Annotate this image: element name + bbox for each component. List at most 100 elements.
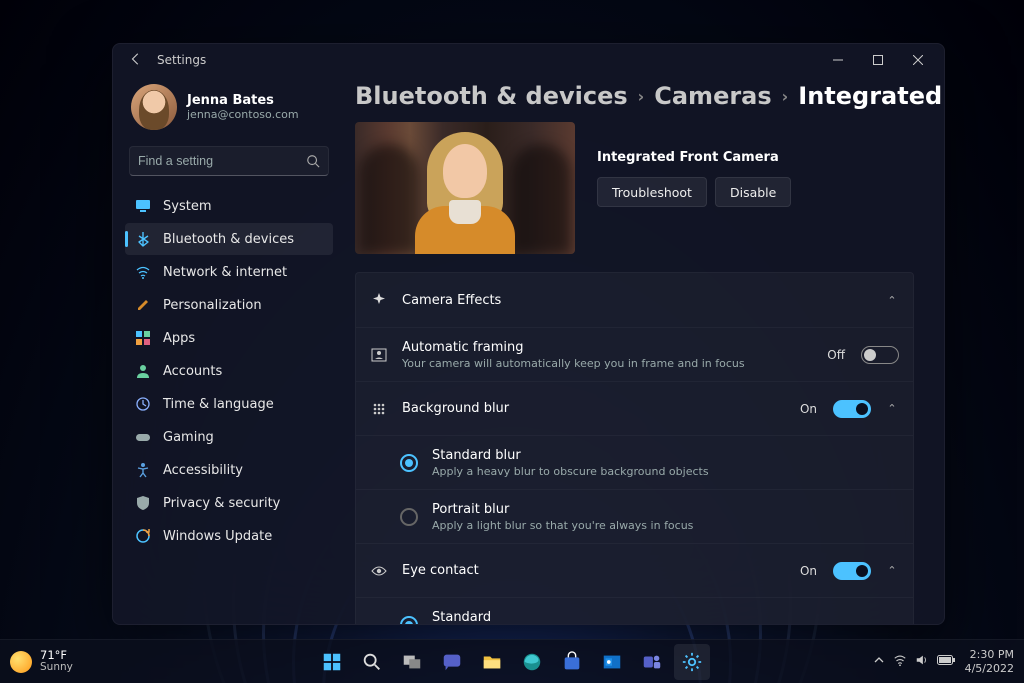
framing-icon <box>370 347 388 363</box>
search-box[interactable] <box>129 146 329 176</box>
sidebar-item-system[interactable]: System <box>125 190 333 222</box>
sidebar-item-label: Windows Update <box>163 529 272 544</box>
chevron-right-icon: › <box>782 87 789 106</box>
wifi-icon <box>135 264 151 280</box>
framing-toggle[interactable] <box>861 346 899 364</box>
back-button[interactable] <box>127 52 145 69</box>
titlebar: Settings <box>113 44 944 76</box>
automatic-framing-row[interactable]: Automatic framing Your camera will autom… <box>356 327 913 381</box>
sun-icon <box>10 651 32 673</box>
close-button[interactable] <box>898 46 938 74</box>
sidebar-item-label: Bluetooth & devices <box>163 232 294 247</box>
avatar <box>131 84 177 130</box>
maximize-button[interactable] <box>858 46 898 74</box>
nav-list: System Bluetooth & devices Network & int… <box>125 190 333 552</box>
minimize-button[interactable] <box>818 46 858 74</box>
eye-toggle[interactable] <box>833 562 871 580</box>
sidebar-item-bluetooth[interactable]: Bluetooth & devices <box>125 223 333 255</box>
clock[interactable]: 2:30 PM 4/5/2022 <box>965 648 1014 674</box>
sidebar-item-label: Privacy & security <box>163 496 280 511</box>
disable-button[interactable]: Disable <box>715 177 791 207</box>
monitor-icon <box>135 198 151 214</box>
system-tray: 2:30 PM 4/5/2022 <box>873 648 1014 674</box>
sidebar-item-label: Accounts <box>163 364 222 379</box>
search-input[interactable] <box>138 154 306 168</box>
breadcrumb: Bluetooth & devices › Cameras › Integrat… <box>355 82 914 110</box>
sidebar: Jenna Bates jenna@contoso.com System Blu… <box>113 76 345 624</box>
clock-date: 4/5/2022 <box>965 662 1014 675</box>
battery-tray-icon[interactable] <box>937 654 955 669</box>
sidebar-item-personalization[interactable]: Personalization <box>125 289 333 321</box>
person-icon <box>135 363 151 379</box>
store-button[interactable] <box>554 644 590 680</box>
breadcrumb-current: Integrated Front Camera <box>798 82 944 110</box>
sidebar-item-apps[interactable]: Apps <box>125 322 333 354</box>
explorer-button[interactable] <box>474 644 510 680</box>
breadcrumb-l0[interactable]: Bluetooth & devices <box>355 82 628 110</box>
sidebar-item-label: Network & internet <box>163 265 287 280</box>
sidebar-item-label: Personalization <box>163 298 262 313</box>
background-blur-row[interactable]: Background blur On ⌃ <box>356 381 913 435</box>
sidebar-item-update[interactable]: Windows Update <box>125 520 333 552</box>
teams-button[interactable] <box>634 644 670 680</box>
blur-toggle[interactable] <box>833 400 871 418</box>
start-button[interactable] <box>314 644 350 680</box>
weather-widget[interactable]: 71°F Sunny <box>10 649 73 673</box>
eye-option-standard[interactable]: Standard Make eye contact even when you'… <box>356 597 913 624</box>
sidebar-item-label: Gaming <box>163 430 214 445</box>
camera-effects-header[interactable]: Camera Effects ⌃ <box>356 273 913 327</box>
eye-state: On <box>800 564 817 578</box>
outlook-button[interactable] <box>594 644 630 680</box>
radio-selected[interactable] <box>400 616 418 625</box>
window-title: Settings <box>157 53 206 67</box>
blur-option-standard[interactable]: Standard blur Apply a heavy blur to obsc… <box>356 435 913 489</box>
sidebar-item-network[interactable]: Network & internet <box>125 256 333 288</box>
eye-contact-row[interactable]: Eye contact On ⌃ <box>356 543 913 597</box>
device-name: Integrated Front Camera <box>597 150 791 165</box>
globe-clock-icon <box>135 396 151 412</box>
taskview-button[interactable] <box>394 644 430 680</box>
accessibility-icon <box>135 462 151 478</box>
wifi-tray-icon[interactable] <box>893 653 907 670</box>
sidebar-item-accounts[interactable]: Accounts <box>125 355 333 387</box>
profile-block[interactable]: Jenna Bates jenna@contoso.com <box>125 80 333 140</box>
bluetooth-icon <box>135 231 151 247</box>
volume-tray-icon[interactable] <box>915 653 929 670</box>
clock-time: 2:30 PM <box>970 648 1014 661</box>
brush-icon <box>135 297 151 313</box>
edge-button[interactable] <box>514 644 550 680</box>
blur-option-portrait[interactable]: Portrait blur Apply a light blur so that… <box>356 489 913 543</box>
radio-unselected[interactable] <box>400 508 418 526</box>
blur-icon <box>370 401 388 417</box>
taskbar-center <box>314 644 710 680</box>
sidebar-item-time[interactable]: Time & language <box>125 388 333 420</box>
sidebar-item-label: Accessibility <box>163 463 243 478</box>
sidebar-item-label: System <box>163 199 211 214</box>
sparkle-icon <box>370 292 388 308</box>
radio-selected[interactable] <box>400 454 418 472</box>
device-info: Integrated Front Camera Troubleshoot Dis… <box>597 122 791 207</box>
sidebar-item-accessibility[interactable]: Accessibility <box>125 454 333 486</box>
chevron-up-icon: ⌃ <box>885 402 899 415</box>
framing-state: Off <box>827 348 845 362</box>
weather-cond: Sunny <box>40 662 73 674</box>
apps-icon <box>135 330 151 346</box>
settings-button[interactable] <box>674 644 710 680</box>
chevron-up-icon: ⌃ <box>885 294 899 307</box>
sidebar-item-privacy[interactable]: Privacy & security <box>125 487 333 519</box>
troubleshoot-button[interactable]: Troubleshoot <box>597 177 707 207</box>
gamepad-icon <box>135 429 151 445</box>
sidebar-item-label: Time & language <box>163 397 274 412</box>
profile-email: jenna@contoso.com <box>187 108 299 121</box>
update-icon <box>135 528 151 544</box>
shield-icon <box>135 495 151 511</box>
breadcrumb-l1[interactable]: Cameras <box>654 82 771 110</box>
chevron-right-icon: › <box>638 87 645 106</box>
camera-preview <box>355 122 575 254</box>
search-button[interactable] <box>354 644 390 680</box>
blur-state: On <box>800 402 817 416</box>
sidebar-item-gaming[interactable]: Gaming <box>125 421 333 453</box>
chat-button[interactable] <box>434 644 470 680</box>
sidebar-item-label: Apps <box>163 331 195 346</box>
tray-chevron-icon[interactable] <box>873 654 885 669</box>
